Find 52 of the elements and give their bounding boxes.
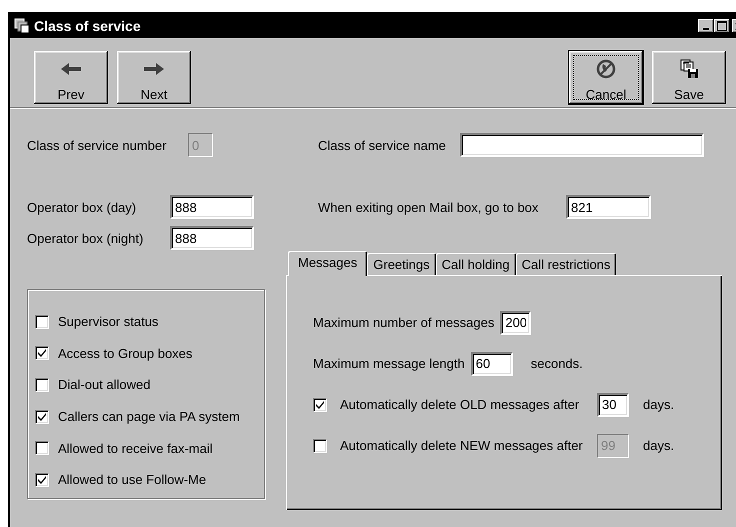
checkbox[interactable] (35, 441, 49, 456)
field-label: Operator box (day) (27, 200, 138, 214)
minimize-button[interactable] (698, 19, 714, 33)
field-label: When exiting open Mail box, go to box (318, 200, 540, 214)
tab[interactable]: Call holding (436, 253, 516, 275)
checkbox[interactable] (35, 346, 49, 360)
checkmark-icon (38, 412, 46, 421)
tab[interactable]: Call restrictions (516, 253, 616, 275)
checkmark-icon (38, 349, 46, 358)
checkbox-label[interactable]: Dial-out allowed (58, 377, 150, 392)
checkbox[interactable] (35, 378, 49, 392)
checkmark-icon (38, 476, 46, 484)
cancel-button[interactable]: Cancel (569, 51, 643, 104)
checkbox-label[interactable]: Access to Group boxes (58, 346, 192, 361)
number-field[interactable]: 60 (470, 352, 513, 376)
tab[interactable]: Messages (288, 251, 368, 276)
save-button[interactable]: Save (652, 51, 726, 104)
field-label: Class of service name (318, 138, 447, 152)
field-label: Operator box (night) (27, 230, 144, 246)
checkbox[interactable] (35, 472, 49, 487)
number-field[interactable]: 200 (500, 310, 532, 334)
prev-button[interactable]: Prev (34, 51, 108, 104)
disk-icon (679, 59, 699, 79)
field-label: Maximum number of messages (313, 315, 494, 330)
left-arrow-icon (61, 63, 81, 75)
field-label: Maximum message length (313, 356, 465, 371)
maximize-icon (717, 21, 727, 31)
checkbox-label[interactable]: Callers can page via PA system (58, 409, 240, 424)
box-field[interactable]: 821 (566, 195, 651, 219)
unit-label: days. (643, 438, 674, 453)
checkbox[interactable] (35, 410, 49, 424)
field-label: Class of service number (27, 138, 168, 152)
right-arrow-icon (144, 63, 164, 75)
checkmark-icon (316, 400, 324, 408)
tab[interactable]: Greetings (367, 253, 436, 275)
operator-field[interactable]: 888 (170, 226, 254, 250)
maximize-button[interactable] (714, 19, 730, 33)
window-title: Class of service (34, 18, 142, 34)
prohibited-icon (596, 59, 616, 79)
checkbox-label[interactable]: Automatically delete OLD messages after (340, 397, 597, 412)
checkbox-label[interactable]: Allowed to use Follow-Me (58, 472, 206, 488)
name-field[interactable] (460, 133, 704, 157)
checkbox[interactable] (313, 398, 327, 412)
windows-icon (14, 18, 30, 34)
unit-label: seconds. (530, 356, 583, 371)
checkbox-label[interactable]: Allowed to receive fax-mail (58, 440, 213, 456)
next-button[interactable]: Next (117, 51, 191, 104)
unit-label: days. (643, 397, 674, 412)
checkbox[interactable] (35, 314, 49, 329)
operator-field[interactable]: 888 (170, 195, 254, 219)
days-field[interactable]: 30 (597, 392, 629, 416)
checkbox-label[interactable]: Supervisor status (58, 314, 158, 330)
